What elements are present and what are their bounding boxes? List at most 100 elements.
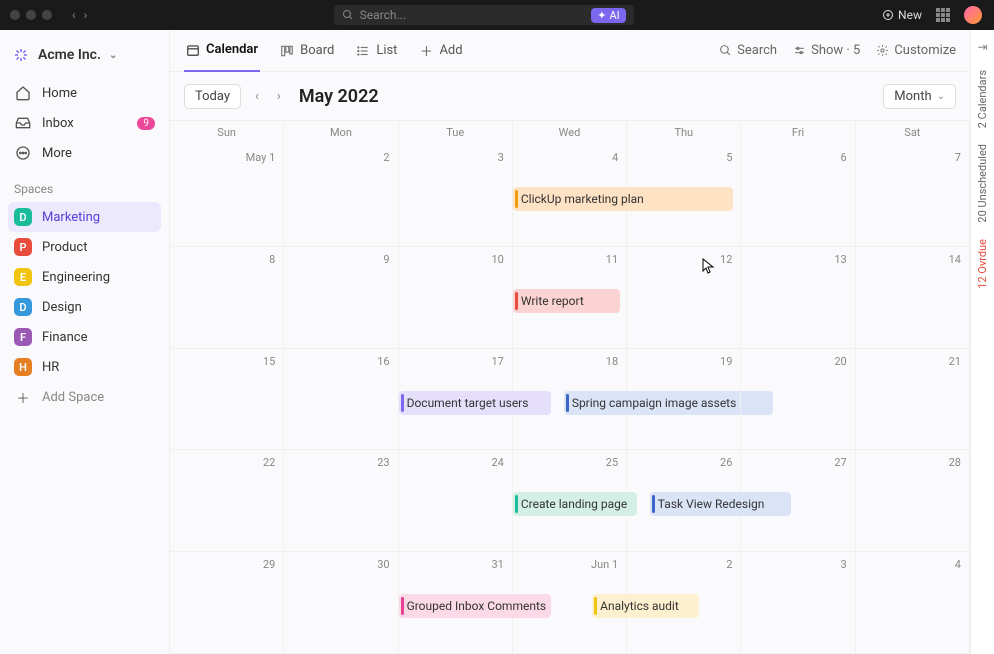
calendar-cell[interactable]: 28	[856, 450, 970, 552]
calendar-cell[interactable]: 8	[170, 247, 284, 349]
calendar-cell[interactable]: 26Task View Redesign	[627, 450, 741, 552]
sidebar-space-finance[interactable]: FFinance	[8, 322, 161, 352]
calendar-cell[interactable]: 21	[856, 349, 970, 451]
tab-calendar[interactable]: Calendar	[184, 30, 260, 72]
search-icon	[342, 9, 354, 21]
nav-more[interactable]: More	[8, 138, 161, 168]
rail-unscheduled[interactable]: 20 Unscheduled	[976, 144, 989, 223]
day-number: Jun 1	[591, 558, 618, 571]
calendar-cell[interactable]: 29	[170, 552, 284, 654]
calendar-toolbar: Today ‹ › May 2022 Month ⌄	[170, 72, 970, 120]
calendar-cell[interactable]: 17Document target users	[399, 349, 513, 451]
view-mode-select[interactable]: Month ⌄	[883, 84, 956, 109]
tab-list[interactable]: List	[354, 30, 399, 72]
search-input[interactable]: Search... ✦ AI	[334, 5, 634, 25]
event-bar	[515, 190, 518, 208]
sidebar-space-marketing[interactable]: DMarketing	[8, 202, 161, 232]
nav-inbox[interactable]: Inbox 9	[8, 108, 161, 138]
calendar-cell[interactable]: 5	[627, 145, 741, 247]
back-icon[interactable]: ‹	[72, 8, 76, 22]
sidebar-space-product[interactable]: P Product	[8, 232, 161, 262]
avatar[interactable]	[964, 6, 982, 24]
event-bar	[401, 394, 404, 412]
calendar-cell[interactable]: 19	[627, 349, 741, 451]
calendar-cell[interactable]: 20	[741, 349, 855, 451]
forward-icon[interactable]: ›	[84, 8, 88, 22]
nav-arrows[interactable]: ‹ ›	[62, 8, 97, 22]
calendar-cell[interactable]: 10	[399, 247, 513, 349]
sidebar-space-engineering[interactable]: E Engineering	[8, 262, 161, 292]
calendar-cell[interactable]: 2	[627, 552, 741, 654]
sidebar-space-design[interactable]: DDesign	[8, 292, 161, 322]
customize-button[interactable]: Customize	[876, 43, 956, 58]
workspace-logo-icon	[12, 46, 30, 64]
inbox-badge: 9	[137, 117, 155, 130]
event[interactable]: Create landing page	[513, 492, 637, 516]
calendar-cell[interactable]: 25Create landing page	[513, 450, 627, 552]
calendar-cell[interactable]: 18Spring campaign image assets	[513, 349, 627, 451]
prev-month-button[interactable]: ‹	[251, 89, 263, 104]
tab-board[interactable]: Board	[278, 30, 336, 72]
today-button[interactable]: Today	[184, 84, 241, 109]
calendar-cell[interactable]: 16	[284, 349, 398, 451]
calendar-cell[interactable]: 6	[741, 145, 855, 247]
calendar-cell[interactable]: 22	[170, 450, 284, 552]
new-button[interactable]: New	[882, 8, 922, 22]
calendar-cell[interactable]: 4	[856, 552, 970, 654]
event-bar	[566, 394, 569, 412]
calendar-cell[interactable]: 23	[284, 450, 398, 552]
calendar-cell[interactable]: Jun 1Analytics audit	[513, 552, 627, 654]
rail-toggle-icon[interactable]: ⇥	[977, 40, 987, 54]
ai-badge[interactable]: ✦ AI	[591, 8, 625, 23]
sidebar-space-hr[interactable]: HHR	[8, 352, 161, 382]
calendar-cell[interactable]: 31Grouped Inbox Comments	[399, 552, 513, 654]
calendar-cell[interactable]: 4ClickUp marketing plan	[513, 145, 627, 247]
calendar-cell[interactable]: 30	[284, 552, 398, 654]
window-controls[interactable]	[0, 10, 62, 20]
calendar-cell[interactable]: 27	[741, 450, 855, 552]
add-view-button[interactable]: ＋ Add	[417, 30, 464, 72]
calendar-cell[interactable]: 24	[399, 450, 513, 552]
calendar-cell[interactable]: 11 Write report	[513, 247, 627, 349]
apps-icon[interactable]	[936, 8, 950, 22]
search-placeholder: Search...	[360, 8, 406, 22]
day-number: 2	[383, 151, 389, 164]
space-icon: E	[14, 268, 32, 286]
calendar-cell[interactable]: 2	[284, 145, 398, 247]
calendar-cell[interactable]: 3	[399, 145, 513, 247]
chevron-down-icon: ⌄	[937, 91, 945, 102]
space-icon: P	[14, 238, 32, 256]
home-icon	[14, 84, 32, 102]
day-number: 12	[720, 253, 732, 266]
more-icon	[14, 144, 32, 162]
nav-home[interactable]: Home	[8, 78, 161, 108]
rail-overdue[interactable]: 12 Ovrdue	[976, 239, 989, 289]
day-number: 21	[949, 355, 961, 368]
event[interactable]: Write report	[513, 289, 620, 313]
next-month-button[interactable]: ›	[273, 89, 285, 104]
day-number: 11	[606, 253, 618, 266]
calendar-cell[interactable]: 3	[741, 552, 855, 654]
calendar-cell[interactable]: 7	[856, 145, 970, 247]
search-button[interactable]: Search	[719, 43, 777, 58]
rail-calendars[interactable]: 2 Calendars	[976, 70, 989, 128]
day-header: Tue	[399, 121, 513, 145]
calendar-cell[interactable]: 14	[856, 247, 970, 349]
space-label: Product	[42, 240, 87, 255]
show-button[interactable]: Show · 5	[793, 43, 860, 58]
add-space-button[interactable]: ＋ Add Space	[8, 382, 161, 412]
event-title: ClickUp marketing plan	[521, 192, 644, 206]
calendar-cell[interactable]: 13	[741, 247, 855, 349]
calendar-cell[interactable]: May 1	[170, 145, 284, 247]
day-header: Wed	[513, 121, 627, 145]
event-bar	[515, 292, 518, 310]
workspace-switcher[interactable]: Acme Inc. ⌄	[8, 38, 161, 78]
calendar-cell[interactable]: 9	[284, 247, 398, 349]
space-label: Engineering	[42, 270, 110, 285]
day-number: 27	[834, 456, 846, 469]
day-number: 29	[263, 558, 275, 571]
calendar-cell[interactable]: 12	[627, 247, 741, 349]
event-bar	[401, 597, 404, 615]
day-header: Sun	[170, 121, 284, 145]
calendar-cell[interactable]: 15	[170, 349, 284, 451]
